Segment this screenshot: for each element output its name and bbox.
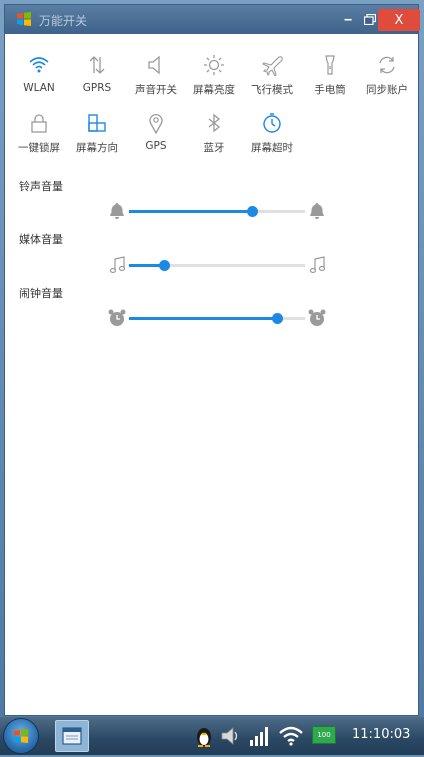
toggle-label: 屏幕亮度 — [193, 84, 235, 96]
toggle-label: GPS — [145, 140, 167, 152]
toggle-label: WLAN — [23, 82, 55, 94]
toggle-sync[interactable]: 同步账户 — [359, 54, 415, 104]
wifi-icon — [29, 57, 49, 73]
toggle-label: 声音开关 — [135, 84, 177, 96]
toggle-brightness[interactable]: 屏幕亮度 — [186, 54, 242, 104]
title-bar[interactable]: 万能开关 ‒ X — [5, 5, 420, 34]
toggle-label: 同步账户 — [366, 84, 408, 96]
restore-icon — [364, 13, 376, 25]
slider-fill — [129, 317, 277, 320]
timer-icon — [263, 113, 281, 133]
toggle-label: 蓝牙 — [203, 142, 225, 154]
clock[interactable]: 11:10:03 — [352, 727, 410, 742]
sync-icon — [379, 56, 395, 74]
slider-track[interactable] — [129, 313, 305, 324]
taskbar-app-button[interactable] — [55, 720, 89, 752]
toggle-label: 飞行模式 — [251, 84, 293, 96]
wifi-tray-icon[interactable] — [278, 724, 304, 748]
slider-knob[interactable] — [247, 206, 259, 217]
windows-logo-icon — [17, 12, 31, 26]
toggle-gps[interactable]: GPS — [128, 112, 184, 162]
toggle-airplane[interactable]: 飞行模式 — [244, 54, 300, 104]
battery-indicator[interactable]: 100 — [312, 726, 336, 744]
bell-icon — [110, 203, 124, 219]
airplane-icon — [262, 56, 283, 76]
volume-tray-icon[interactable] — [219, 724, 241, 748]
media-volume-slider[interactable] — [105, 255, 327, 277]
toggle-rotation[interactable]: 屏幕方向 — [69, 112, 125, 162]
slider-knob[interactable] — [271, 313, 283, 324]
location-icon — [149, 113, 163, 134]
toggle-gprs[interactable]: GPRS — [69, 54, 125, 104]
toggle-label: GPRS — [82, 82, 112, 94]
toggle-label: 手电筒 — [314, 84, 346, 96]
alarm-volume-label: 闹钟音量 — [19, 287, 63, 300]
toggle-flashlight[interactable]: 手电筒 — [302, 54, 358, 104]
toggle-label: 一键锁屏 — [18, 142, 60, 154]
toggle-wlan[interactable]: WLAN — [11, 54, 67, 104]
music-note-icon — [309, 256, 326, 274]
toggle-bluetooth[interactable]: 蓝牙 — [186, 112, 242, 162]
slider-fill — [129, 210, 253, 213]
alarm-volume-slider[interactable] — [105, 308, 327, 330]
lock-icon — [31, 114, 47, 133]
toggle-screen-timeout[interactable]: 屏幕超时 — [244, 112, 300, 162]
bluetooth-icon — [208, 113, 221, 133]
taskbar: 100 11:10:03 — [0, 717, 424, 755]
flashlight-icon — [325, 55, 335, 75]
media-volume-label: 媒体音量 — [19, 233, 63, 246]
start-button[interactable] — [4, 719, 38, 753]
toggle-label: 屏幕方向 — [76, 142, 118, 154]
toggle-lock-screen[interactable]: 一键锁屏 — [11, 112, 67, 162]
rotate-icon — [88, 114, 106, 132]
brightness-icon — [204, 55, 224, 75]
music-note-icon — [109, 256, 126, 274]
slider-track[interactable] — [129, 260, 305, 271]
alarm-clock-icon — [308, 309, 326, 326]
minimize-button[interactable]: ‒ — [338, 8, 358, 30]
toggle-label: 屏幕超时 — [251, 142, 293, 154]
alarm-clock-icon — [108, 309, 126, 326]
app-window: 万能开关 ‒ X WLAN GPRS 声音开关 屏幕亮度 飞行模式 手电筒 同步… — [4, 4, 420, 716]
slider-track[interactable] — [129, 206, 305, 217]
window-title: 万能开关 — [39, 14, 88, 28]
signal-strength-icon[interactable] — [247, 724, 271, 748]
ringtone-volume-label: 铃声音量 — [19, 180, 63, 193]
data-arrows-icon — [89, 56, 105, 74]
close-button[interactable]: X — [378, 9, 420, 31]
bell-icon — [310, 203, 324, 219]
slider-knob[interactable] — [159, 260, 171, 271]
ringtone-volume-slider[interactable] — [105, 201, 327, 223]
windows-logo-icon — [14, 729, 28, 743]
toggle-sound[interactable]: 声音开关 — [128, 54, 184, 104]
speaker-icon — [148, 55, 160, 75]
app-window-icon — [62, 727, 82, 745]
maximize-button[interactable] — [360, 8, 380, 30]
qq-penguin-icon[interactable] — [192, 724, 216, 748]
